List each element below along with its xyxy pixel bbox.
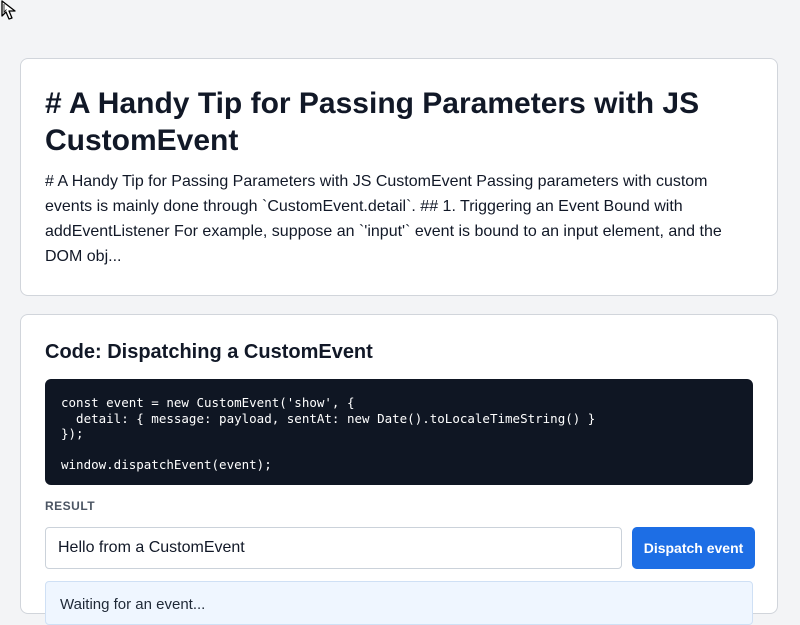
code-block: const event = new CustomEvent('show', { … [45, 379, 753, 485]
status-box: Waiting for an event... [45, 581, 753, 625]
section-title: Code: Dispatching a CustomEvent [45, 341, 373, 363]
code-snippet: const event = new CustomEvent('show', { … [61, 395, 596, 472]
result-label: RESULT [45, 499, 96, 513]
article-card: # A Handy Tip for Passing Parameters wit… [20, 58, 778, 296]
message-input[interactable] [45, 527, 622, 569]
input-row: Dispatch event [45, 527, 755, 569]
article-excerpt: # A Handy Tip for Passing Parameters wit… [45, 173, 722, 265]
article-title: # A Handy Tip for Passing Parameters wit… [45, 87, 700, 157]
code-demo-card: Code: Dispatching a CustomEvent const ev… [20, 314, 778, 625]
dispatch-event-button[interactable]: Dispatch event [632, 527, 755, 569]
arrow-cursor-icon [1, 0, 16, 20]
